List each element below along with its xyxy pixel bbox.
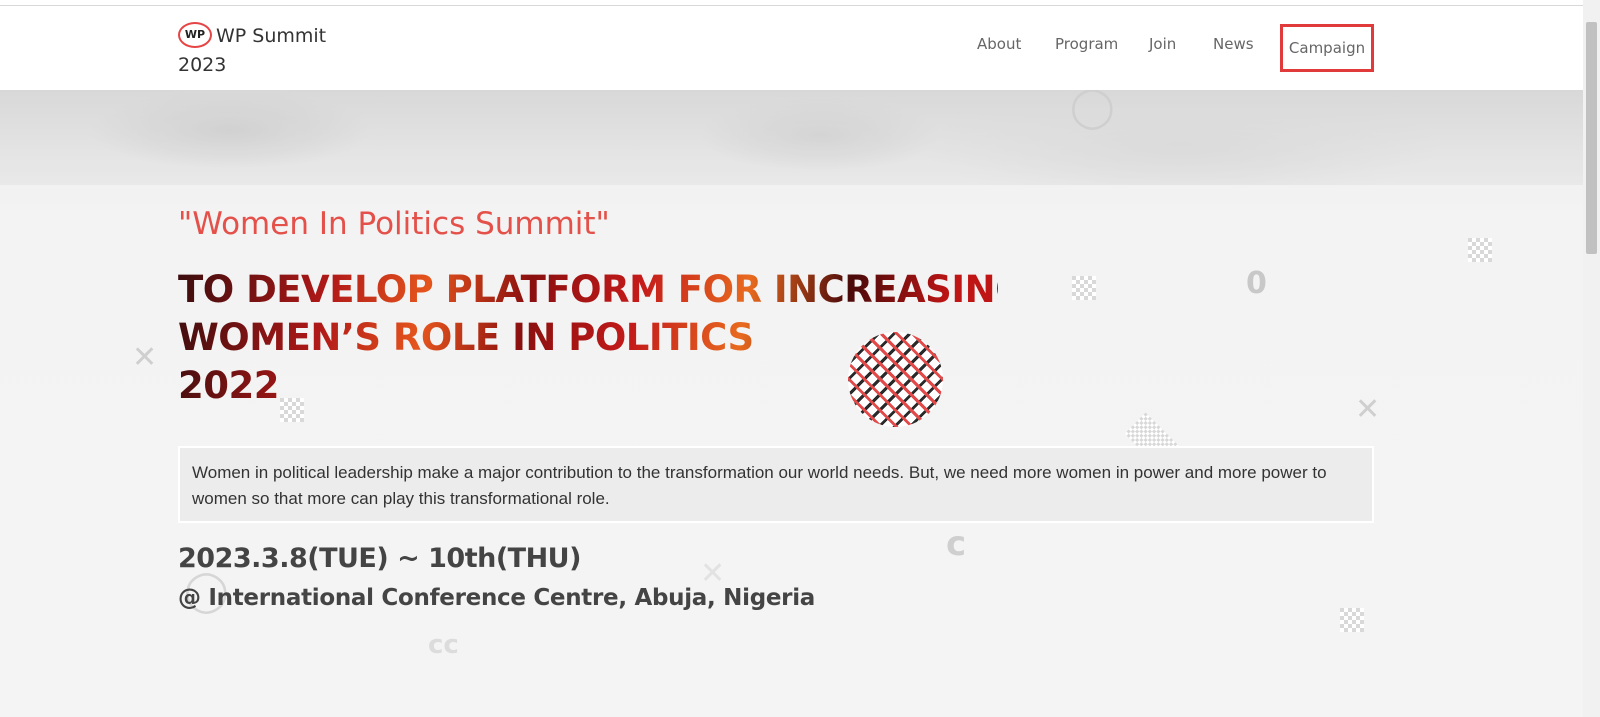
zero-deco-icon: 0 [1246, 266, 1267, 301]
nav-about[interactable]: About [977, 35, 1021, 53]
hero-background-photo [0, 90, 1583, 185]
event-date: 2023.3.8(TUE) ~ 10th(THU) [178, 543, 581, 574]
nav-news[interactable]: News [1213, 35, 1254, 53]
cross-deco-icon: ✕ [132, 340, 158, 375]
event-venue: @ International Conference Centre, Abuja… [178, 585, 816, 611]
checker-deco [1468, 238, 1492, 262]
pattern-circle-graphic [848, 332, 943, 427]
checker-deco [1340, 608, 1364, 632]
nav-campaign[interactable]: Campaign [1280, 24, 1374, 72]
cross-deco-icon: ✕ [1355, 392, 1381, 427]
logo-year: 2023 [178, 54, 227, 76]
nav-join[interactable]: Join [1149, 35, 1176, 53]
circle-deco-icon: ◯ [1070, 90, 1115, 130]
page-scrollbar[interactable] [1583, 0, 1600, 717]
logo-title: WP Summit [216, 25, 327, 47]
headline-line: TO DEVELOP PLATFORM FOR INCREASING [178, 268, 1025, 311]
hero-subtitle: "Women In Politics Summit" [178, 206, 610, 242]
cc-deco-icon: cc [428, 630, 459, 660]
hero-description: Women in political leadership make a maj… [178, 446, 1374, 523]
nav-program[interactable]: Program [1055, 35, 1118, 53]
site-logo[interactable]: WP WP Summit 2023 [178, 21, 327, 80]
c-deco-icon: c [946, 524, 967, 564]
logo-badge: WP [178, 21, 212, 48]
checker-deco [1072, 276, 1096, 300]
scrollbar-thumb[interactable] [1586, 22, 1597, 254]
